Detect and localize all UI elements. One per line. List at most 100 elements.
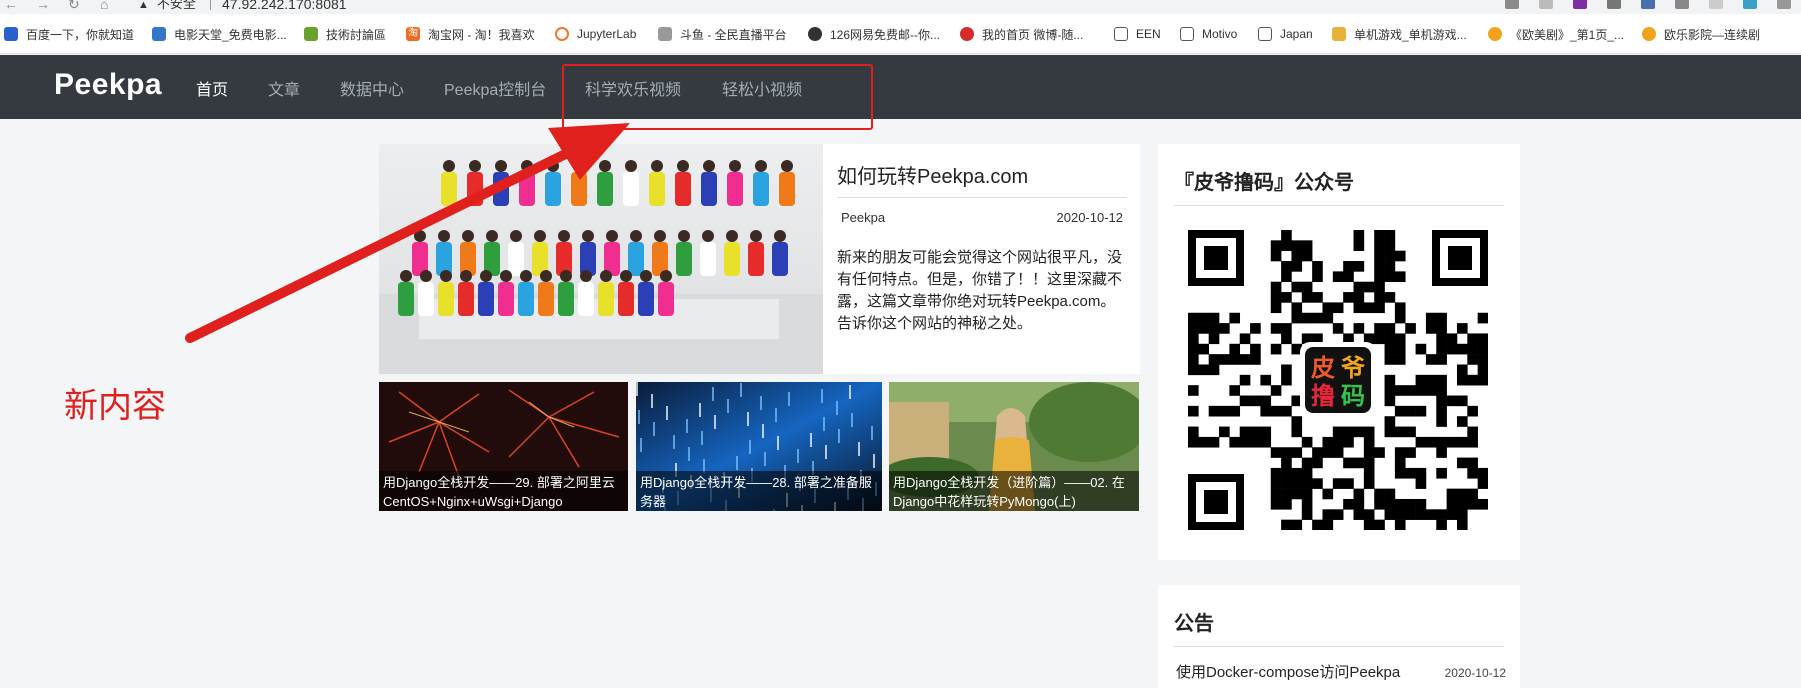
qr-module [1394,519,1406,530]
qr-module [1312,292,1323,303]
person-head [486,230,498,242]
bookmark-star-icon[interactable] [1539,0,1553,9]
light-streak [640,438,642,452]
qr-module [1229,312,1241,324]
home-icon[interactable]: ⌂ [100,0,108,11]
bookmark-item[interactable]: JupyterLab [555,26,636,42]
qr-module [1425,323,1437,334]
qr-module [1312,271,1323,283]
bookmarks-bar: 🐾 百度一下，你就知道 电影天堂_免费电影... 技術討論區 淘淘宝网 - 淘！我… [0,14,1801,54]
qr-module [1281,230,1292,241]
qr-module [1239,354,1251,365]
qr-module [1394,509,1406,520]
featured-title[interactable]: 如何玩转Peekpa.com [837,160,1127,198]
qr-module [1301,498,1313,510]
bookmark-item[interactable]: 🐾 百度一下，你就知道 [4,26,134,42]
article-card[interactable]: 用Django全栈开发（进阶篇）——02. 在Django中花样玩转PyMong… [889,382,1139,511]
person-head [774,230,786,242]
qr-module [1384,354,1396,365]
qr-module [1260,426,1272,438]
qr-module [1322,509,1334,520]
qr-module [1456,323,1468,334]
qr-module [1188,343,1199,355]
bookmark-item[interactable]: 我的首页 微博-随... [960,26,1083,42]
light-streak [636,382,638,396]
person-head [755,160,767,172]
person-head [400,270,412,282]
shield-icon[interactable] [1607,0,1621,9]
qr-module [1260,374,1272,386]
nav-link-data-center[interactable]: 数据中心 [340,76,404,100]
extension-icon[interactable] [1743,0,1757,9]
qr-module [1477,333,1488,345]
qr-module [1374,240,1385,251]
light-streak [851,413,853,427]
qr-module [1229,405,1241,417]
bookmark-item[interactable]: EEN [1114,26,1161,42]
qr-module [1353,302,1365,314]
bookmark-item[interactable]: 淘淘宝网 - 淘！我喜欢 [406,26,535,42]
translate-icon[interactable] [1505,0,1519,9]
qr-module [1436,509,1447,520]
light-streak [810,433,812,447]
qr-module [1446,436,1458,448]
bookmark-item[interactable]: Japan [1258,26,1313,42]
qr-module [1384,426,1396,438]
qr-module [1394,405,1406,417]
person-dress [700,242,716,276]
qr-module [1312,312,1323,324]
bookmark-item[interactable]: 欧乐影院—连续剧 [1642,26,1760,42]
extension-icon[interactable] [1675,0,1689,9]
extension-icon[interactable] [1777,0,1791,9]
back-icon[interactable]: ← [4,0,18,11]
reload-icon[interactable]: ↻ [68,0,80,11]
bookmark-item[interactable]: 126网易免费邮--你... [808,26,940,42]
person-head [440,270,452,282]
bookmark-item[interactable]: Motivo [1180,26,1237,42]
article-card[interactable]: 用Django全栈开发——28. 部署之准备服务器 [636,382,882,511]
qr-module [1436,395,1447,407]
person-head [414,230,426,242]
person-dress [478,282,494,316]
extension-icon[interactable] [1641,0,1655,9]
notice-item[interactable]: 使用Docker-compose访问Peekpa 2020-10-12 [1176,661,1506,682]
qr-module [1239,426,1251,438]
qr-module [1353,292,1365,303]
bookmark-item[interactable]: 电影天堂_免费电影... [152,26,287,42]
coin-icon [1488,27,1502,41]
notice-widget-title: 公告 [1174,607,1504,647]
bookmark-item[interactable]: 技術討論區 [304,26,386,42]
nav-link-articles[interactable]: 文章 [268,76,300,100]
nav-link-home[interactable]: 首页 [196,76,228,100]
light-streak [777,436,779,450]
nav-link-console[interactable]: Peekpa控制台 [444,76,546,100]
qr-module [1229,354,1241,365]
qr-module [1363,478,1375,489]
qr-module [1374,261,1385,272]
person-head [582,230,594,242]
security-indicator[interactable]: ▲ 不安全 [138,0,196,12]
qr-module [1415,405,1427,417]
qr-module [1229,436,1241,448]
person-head [495,160,507,172]
extension-icon[interactable] [1573,0,1587,9]
bookmark-item[interactable]: 《欧美剧》_第1页_... [1488,26,1624,42]
bookmark-item[interactable]: 单机游戏_单机游戏... [1332,26,1467,42]
featured-image[interactable] [379,144,823,374]
qr-module [1270,250,1282,262]
bookmark-item[interactable]: 斗鱼 - 全民直播平台 [658,26,787,42]
article-card[interactable]: 用Django全栈开发——29. 部署之阿里云CentOS+Nginx+uWsg… [379,382,628,511]
qr-module [1291,312,1303,324]
qr-module [1270,498,1282,510]
forward-icon[interactable]: → [36,0,50,11]
person-dress [493,172,509,206]
extension-icon[interactable] [1709,0,1723,9]
qr-module [1270,405,1282,417]
address-bar[interactable]: 47.92.242.170:8081 [222,0,347,11]
qr-module [1343,436,1354,448]
featured-article[interactable]: 如何玩转Peekpa.com Peekpa 2020-10-12 新来的朋友可能… [379,144,1140,374]
site-logo[interactable]: Peekpa [54,68,162,102]
light-streak [797,449,799,463]
qr-module [1353,230,1365,241]
qr-module [1456,457,1468,469]
